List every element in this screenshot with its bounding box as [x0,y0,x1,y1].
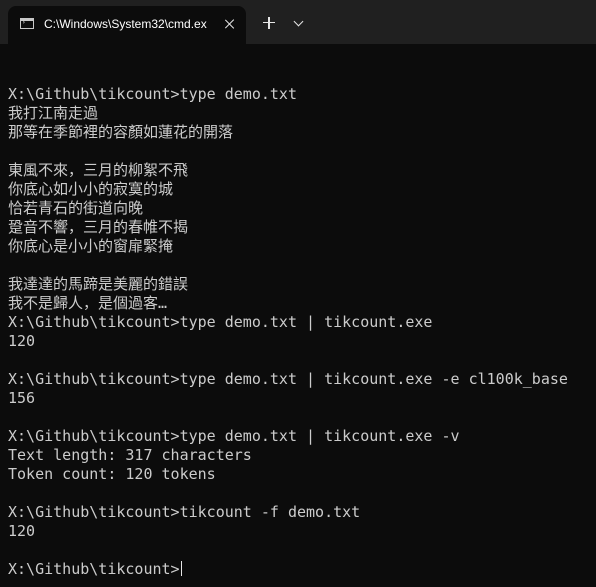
close-icon[interactable] [220,14,240,34]
tab-title: C:\Windows\System32\cmd.ex [44,17,207,31]
title-bar: › C:\Windows\System32\cmd.ex [0,0,596,44]
console-line: Text length: 317 characters [8,446,252,464]
console-line: 那等在季節裡的容顏如蓮花的開落 [8,123,234,141]
console-line: 120 [8,522,36,540]
console-line: 跫音不響，三月的春帷不揭 [8,218,189,236]
prompt-text: X:\Github\tikcount> [8,560,180,576]
console-line: X:\Github\tikcount>tikcount -f demo.txt [8,503,361,521]
console-line: 我不是歸人，是個過客… [8,294,168,312]
console-line: X:\Github\tikcount>type demo.txt | tikco… [8,313,433,331]
console-line: 我達達的馬蹄是美麗的錯誤 [8,275,189,293]
prompt-line[interactable]: X:\Github\tikcount> [8,560,592,576]
tab-cmd[interactable]: › C:\Windows\System32\cmd.ex [8,6,246,44]
chevron-down-icon[interactable] [288,12,310,34]
terminal-window: › C:\Windows\System32\cmd.ex X:\Github\t… [0,0,596,587]
console-line: 你底心是小小的窗扉緊掩 [8,237,174,255]
console-line: 120 [8,332,36,350]
console-output[interactable]: X:\Github\tikcount>type demo.txt 我打江南走過 … [8,66,592,576]
console-line: 我打江南走過 [8,104,99,122]
console-line: X:\Github\tikcount>type demo.txt [8,85,297,103]
console-line: 東風不來，三月的柳絮不飛 [8,161,189,179]
text-cursor [180,561,183,576]
console-line: 恰若青石的街道向晚 [8,199,144,217]
console-line: X:\Github\tikcount>type demo.txt | tikco… [8,427,460,445]
plus-icon[interactable] [258,12,280,34]
console-line: 你底心如小小的寂寞的城 [8,180,174,198]
console-line: X:\Github\tikcount>type demo.txt | tikco… [8,370,568,388]
console-line: 156 [8,389,36,407]
console-line: Token count: 120 tokens [8,465,216,483]
terminal-icon: › [20,18,34,29]
